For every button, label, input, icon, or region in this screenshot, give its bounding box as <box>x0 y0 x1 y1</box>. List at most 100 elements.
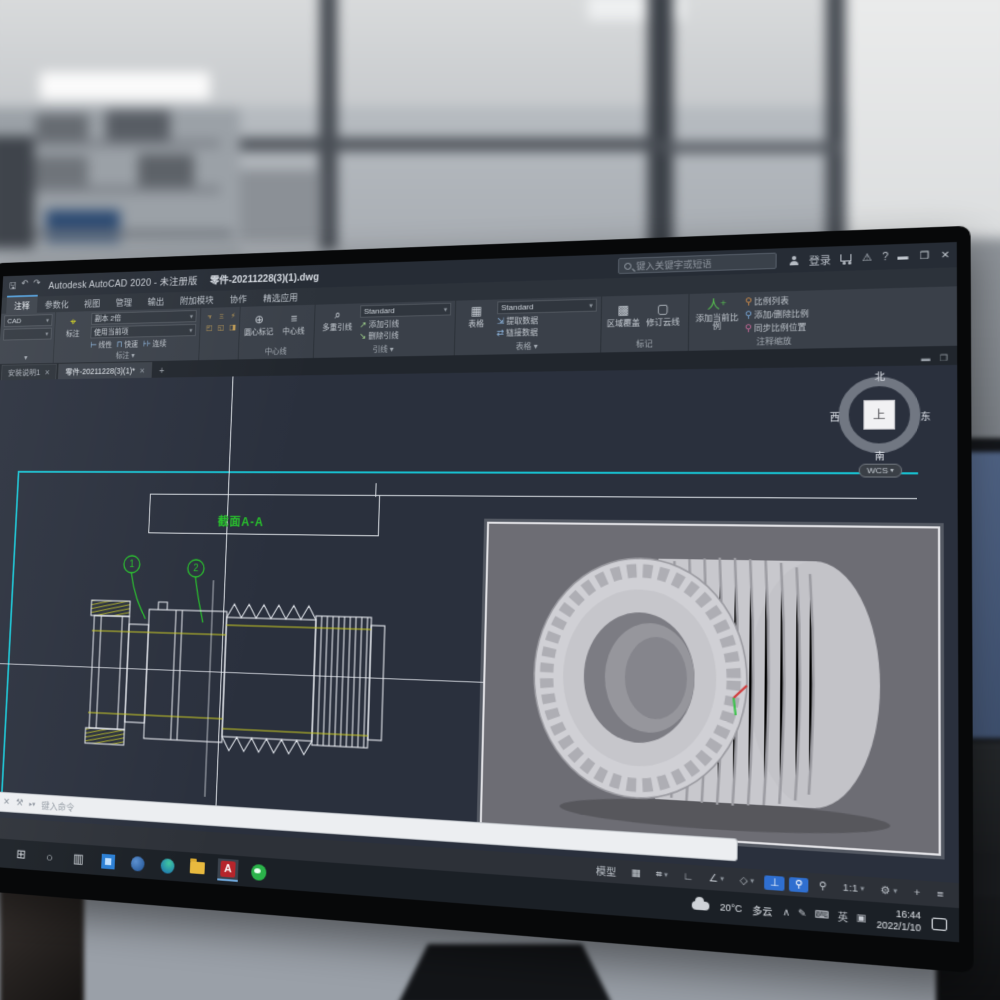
command-tools-icon[interactable]: ⚒ <box>16 798 24 809</box>
polar-toggle[interactable]: ∠ ▾ <box>703 870 730 886</box>
section-label[interactable]: 截面A-A <box>217 513 264 530</box>
quick-dim-button[interactable]: ⊓ 快速 <box>116 339 138 350</box>
table-style-dropdown[interactable]: Standard ▾ <box>497 298 597 315</box>
scale-list-button[interactable]: ⚲ 比例列表 <box>745 295 789 307</box>
compass-south[interactable]: 南 <box>875 449 885 463</box>
model-button[interactable]: 模型 <box>591 861 622 880</box>
add-leader-button[interactable]: ↗ 添加引线 <box>360 319 400 331</box>
balloon-2[interactable]: 2 <box>193 563 198 573</box>
close-tab-icon[interactable]: ✕ <box>139 366 145 374</box>
save-icon[interactable]: 🖫 <box>9 279 17 294</box>
browser-app-button[interactable] <box>127 852 148 875</box>
close-tab-icon[interactable]: ✕ <box>44 368 50 376</box>
weather-temp[interactable]: 20°C <box>720 902 742 915</box>
override-icon[interactable]: ◨ <box>227 322 238 333</box>
ortho-toggle[interactable]: ∟ <box>678 869 699 885</box>
close-button[interactable]: ✕ <box>941 249 950 261</box>
hidden-icons-chevron[interactable]: ∧ <box>783 906 791 919</box>
help-search-input[interactable]: 键入关键字或短语 <box>618 252 778 275</box>
inspect-icon[interactable]: ◰ <box>204 323 215 334</box>
sign-in-button[interactable]: 登录 <box>809 251 831 267</box>
workspace-gear-button[interactable]: ⚙ ▾ <box>875 882 903 899</box>
update-icon[interactable]: ◱ <box>215 322 226 333</box>
tab-parametric[interactable]: 参数化 <box>37 295 77 312</box>
remove-leader-button[interactable]: ↘ 删除引线 <box>359 330 399 341</box>
recent-commands-icon[interactable]: ▸▾ <box>29 800 35 808</box>
adjust-space-icon[interactable]: Ξ <box>216 311 227 322</box>
compass-east[interactable]: 东 <box>920 409 930 423</box>
weather-desc[interactable]: 多云 <box>752 902 772 918</box>
add-delete-scale-button[interactable]: ⚲ 添加/删除比例 <box>745 308 809 321</box>
balloon-1[interactable]: 1 <box>129 559 134 569</box>
clipboard-tray-icon[interactable]: ▣ <box>856 911 866 924</box>
object-isolate-button[interactable]: + <box>908 885 926 901</box>
continue-dim-button[interactable]: ⊦⊦ 连续 <box>142 339 166 350</box>
minimize-button[interactable]: ▬ <box>897 251 908 263</box>
customization-menu-button[interactable]: ≡ <box>931 886 950 902</box>
tab-collaborate[interactable]: 协作 <box>221 290 255 308</box>
center-mark-button[interactable]: ⊕ 圆心标记 <box>243 311 275 338</box>
start-button[interactable]: ⊞ <box>11 843 31 866</box>
redo-icon[interactable]: ↷ <box>33 278 40 293</box>
tab-annotate[interactable]: 注释 <box>6 294 38 314</box>
tab-output[interactable]: 输出 <box>139 292 172 310</box>
restore-button[interactable]: ❐ <box>920 250 930 262</box>
osnap-toggle[interactable]: ⊥ <box>764 874 785 891</box>
autocad-taskbar-button[interactable]: A <box>217 858 239 882</box>
centerline-button[interactable]: ≡ 中心线 <box>278 310 310 337</box>
multileader-button[interactable]: ⌕ 多重引线 <box>318 305 356 332</box>
snap-toggle[interactable]: ⌗ ▾ <box>650 867 673 883</box>
dim-style-dropdown[interactable]: 副本 2倍 ▾ <box>91 309 197 325</box>
search-button[interactable]: ○ <box>40 845 60 868</box>
panel-label[interactable]: ▾ <box>2 352 50 364</box>
table-button[interactable]: ▦ 表格 <box>459 302 493 330</box>
annotation-visibility-toggle[interactable]: ⚲ <box>789 876 809 893</box>
dim-layer-dropdown[interactable]: 使用当前项 ▾ <box>90 323 197 339</box>
grid-toggle[interactable]: ▦ <box>626 865 647 880</box>
break-dim-icon[interactable]: ⫟ <box>204 311 215 322</box>
sync-scale-button[interactable]: ⚲ 同步比例位置 <box>745 322 807 335</box>
clock[interactable]: 16:44 2022/1/10 <box>876 907 921 934</box>
coordinate-system-button[interactable]: WCS ▾ <box>858 463 903 478</box>
undo-icon[interactable]: ↶ <box>21 278 28 293</box>
panel-label-centerlines[interactable]: 中心线 <box>242 345 309 360</box>
file-tab-2[interactable]: 零件-20211228(3)(1)* ✕ <box>58 361 153 380</box>
keyboard-tray-icon[interactable]: ⌨ <box>815 908 830 921</box>
wechat-button[interactable] <box>248 861 270 885</box>
doc-restore-icon[interactable]: ❐ <box>940 353 948 363</box>
photos-app-button[interactable] <box>97 850 118 873</box>
command-prompt[interactable]: 键入命令 <box>41 798 75 814</box>
panel-label-markup[interactable]: 标记 <box>605 337 683 353</box>
wipeout-button[interactable]: ▩ 区域覆盖 <box>606 300 642 329</box>
model-space-canvas[interactable]: 截面A-A 1 2 北 南 西 东 上 WCS ▾ ✕ ⚒ ▸▾ 键入命令 <box>0 364 959 884</box>
jog-line-icon[interactable]: ⚡ <box>228 311 239 322</box>
tab-featured-apps[interactable]: 精选应用 <box>255 288 307 306</box>
tab-addins[interactable]: 附加模块 <box>172 291 222 309</box>
isodraft-toggle[interactable]: ◇ ▾ <box>734 873 760 889</box>
viewcube[interactable]: 北 南 西 东 上 WCS ▾ <box>830 369 931 481</box>
doc-minimize-icon[interactable]: ▬ <box>921 354 930 364</box>
command-close-icon[interactable]: ✕ <box>3 797 10 808</box>
section-view-2d[interactable]: 1 2 <box>61 551 441 819</box>
panel-label-dimensions[interactable]: 标注 ▾ <box>57 348 195 364</box>
edge-app-button[interactable] <box>157 854 178 877</box>
viewcube-top-face[interactable]: 上 <box>863 399 896 430</box>
leader-style-dropdown[interactable]: Standard ▾ <box>359 302 452 318</box>
add-current-scale-button[interactable]: 人⁺ 添加当前比例 <box>693 295 740 333</box>
render-viewport-3d[interactable] <box>479 521 941 856</box>
linear-dim-button[interactable]: ⊢ 线性 <box>90 340 113 351</box>
autoscale-toggle[interactable]: ⚲ <box>813 878 832 894</box>
dimension-button[interactable]: ⌖ 标注 <box>58 313 88 339</box>
task-view-button[interactable]: ▥ <box>68 847 88 870</box>
annotation-scale-button[interactable]: 1:1 ▾ <box>837 880 870 897</box>
compass-west[interactable]: 西 <box>830 410 840 424</box>
pen-tray-icon[interactable]: ✎ <box>798 907 807 920</box>
panel-label-tables[interactable]: 表格 ▾ <box>459 339 597 356</box>
alert-icon[interactable]: ⚠ <box>862 252 872 264</box>
compass-north[interactable]: 北 <box>875 369 885 383</box>
help-icon[interactable]: ? <box>882 251 888 263</box>
ime-indicator[interactable]: 英 <box>838 909 848 924</box>
extract-data-button[interactable]: ⇲ 提取数据 <box>497 315 539 327</box>
tab-view[interactable]: 视图 <box>76 294 108 311</box>
app-store-cart-icon[interactable] <box>840 253 852 262</box>
